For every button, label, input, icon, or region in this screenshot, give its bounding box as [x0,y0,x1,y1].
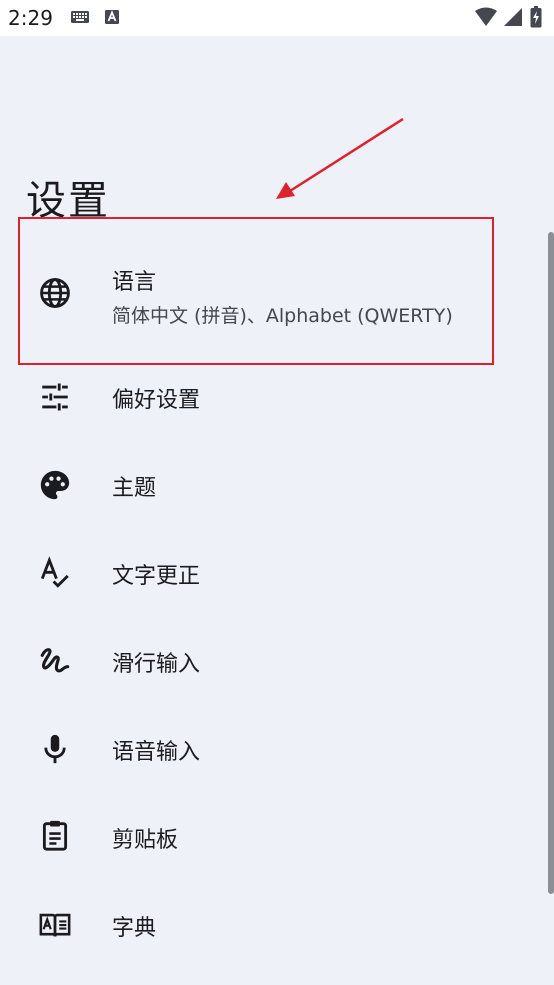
spellcheck-icon [40,556,69,588]
palette-icon [40,470,70,500]
settings-item-theme[interactable]: 主题 [0,450,548,538]
settings-item-title: 主题 [112,476,157,501]
highlight-box [18,217,494,365]
tune-sliders-icon [42,383,68,411]
settings-item-dictionary[interactable]: 字典 [0,890,548,978]
settings-item-title: 偏好设置 [112,388,201,413]
settings-item-title: 字典 [112,916,157,941]
settings-item-title: 剪贴板 [112,828,179,853]
scrollbar[interactable] [548,232,554,894]
settings-item-preferences[interactable]: 偏好设置 [0,362,548,450]
gesture-icon [40,648,70,673]
settings-item-text-correction[interactable]: 文字更正 [0,538,548,626]
settings-item-clipboard[interactable]: 剪贴板 [0,802,548,890]
a-icon [105,10,119,24]
clipboard-icon [42,820,68,851]
status-bar: 2:29 [0,0,554,36]
dictionary-icon [39,913,71,937]
settings-item-title: 语音输入 [112,740,201,765]
mic-icon [44,734,66,764]
battery-icon [530,6,542,28]
settings-item-glide-typing[interactable]: 滑行输入 [0,626,548,714]
status-time: 2:29 [8,6,53,30]
settings-item-title: 滑行输入 [112,652,201,677]
settings-item-title: 文字更正 [112,564,201,589]
settings-item-voice-input[interactable]: 语音输入 [0,714,548,802]
wifi-icon [475,7,497,26]
keyboard-icon [71,11,89,23]
signal-icon [504,8,522,26]
